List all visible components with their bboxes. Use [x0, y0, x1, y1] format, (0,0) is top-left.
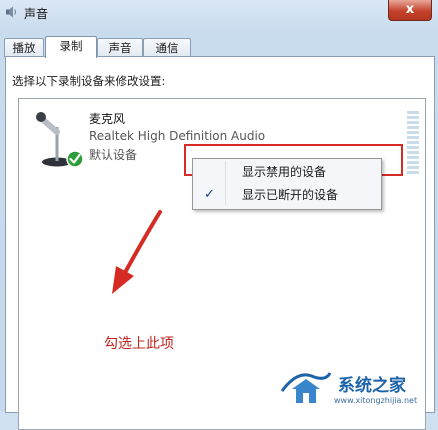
- menu-item-label: 显示禁用的设备: [242, 165, 327, 179]
- device-driver: Realtek High Definition Audio: [89, 129, 266, 143]
- microphone-icon: [36, 112, 84, 168]
- title-bar[interactable]: 声音 x: [0, 0, 438, 26]
- annotation-arrow-icon: [112, 210, 162, 294]
- close-button[interactable]: x: [388, 0, 432, 21]
- tab-playback[interactable]: 播放: [4, 38, 44, 57]
- device-status: 默认设备: [89, 148, 138, 162]
- menu-item-show-disconnected[interactable]: ✓ 显示已断开的设备: [194, 184, 380, 206]
- watermark-url: www.xitongzhijia.net: [334, 396, 418, 405]
- context-menu: 显示禁用的设备 ✓ 显示已断开的设备: [192, 158, 382, 210]
- tab-communications[interactable]: 通信: [143, 38, 191, 57]
- tab-sounds[interactable]: 声音: [97, 38, 143, 57]
- instruction-label: 选择以下录制设备来修改设置:: [12, 74, 166, 88]
- house-logo-icon: [280, 372, 332, 403]
- watermark-logo: 系统之家 www.xitongzhijia.net: [278, 363, 438, 411]
- window-title: 声音: [24, 7, 49, 21]
- recording-panel: 选择以下录制设备来修改设置: 麦克风 Realtek High Definiti…: [5, 56, 435, 430]
- tab-recording[interactable]: 录制: [45, 36, 97, 58]
- device-name: 麦克风: [89, 112, 126, 126]
- watermark-text: 系统之家: [338, 376, 406, 396]
- annotation-text: 勾选上此项: [104, 336, 174, 352]
- level-meter: [407, 111, 419, 175]
- sound-dialog: 声音 x 播放 录制 声音 通信 选择以下录制设备来修改设置: 麦克风 Real…: [0, 0, 438, 430]
- menu-item-show-disabled[interactable]: 显示禁用的设备: [194, 161, 380, 183]
- speaker-icon: [6, 6, 17, 18]
- checkmark-icon: ✓: [204, 187, 215, 202]
- menu-item-label: 显示已断开的设备: [242, 188, 339, 202]
